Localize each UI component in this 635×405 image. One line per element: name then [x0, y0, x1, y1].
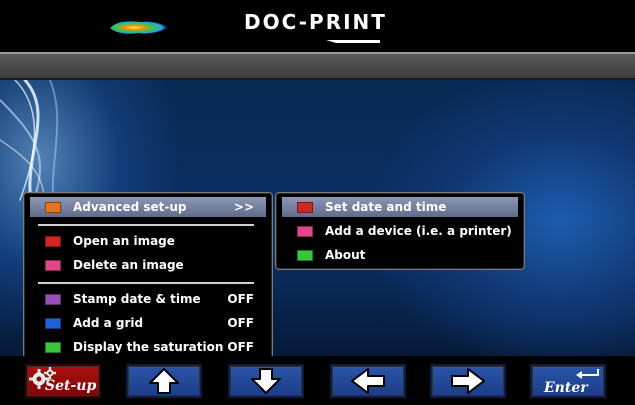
enter-button[interactable]: Enter: [530, 364, 606, 398]
pink-swatch-icon: [45, 259, 61, 271]
menu-item-advanced-setup[interactable]: Advanced set-up >>: [30, 197, 266, 217]
menu-item-add-grid[interactable]: Add a grid OFF: [30, 313, 266, 333]
menu-item-label: About: [325, 248, 366, 262]
brand-title: DOC-PRINT: [244, 10, 387, 34]
right-button[interactable]: [430, 364, 506, 398]
menu-item-open-image[interactable]: Open an image: [30, 231, 266, 251]
menu-item-label: Add a device (i.e. a printer): [325, 224, 512, 238]
menu-separator: [38, 224, 254, 226]
main-menu: Advanced set-up >> Open an image Delete …: [23, 192, 273, 362]
toggle-state: OFF: [227, 340, 254, 354]
arrow-left-icon: [351, 368, 385, 394]
status-bar: [0, 54, 635, 78]
menu-item-label: Open an image: [73, 234, 175, 248]
menu-item-delete-image[interactable]: Delete an image: [30, 255, 266, 275]
menu-item-label: Display the saturation: [73, 340, 224, 354]
menu-item-display-saturation[interactable]: Display the saturation OFF: [30, 337, 266, 357]
setup-button-label: Set-up: [45, 378, 97, 394]
red-swatch-icon: [45, 235, 61, 247]
green-swatch-icon: [297, 249, 313, 261]
orange-swatch-icon: [45, 201, 61, 213]
arrow-up-icon: [149, 368, 179, 394]
menu-item-label: Delete an image: [73, 258, 184, 272]
toggle-state: OFF: [227, 292, 254, 306]
arrow-right-icon: [451, 368, 485, 394]
setup-button[interactable]: Set-up: [25, 364, 101, 398]
menu-item-label: Stamp date & time: [73, 292, 201, 306]
menu-item-label: Add a grid: [73, 316, 144, 330]
header-bar: DOC-PRINT: [0, 0, 635, 52]
down-button[interactable]: [228, 364, 304, 398]
green-swatch-icon: [45, 341, 61, 353]
pink-swatch-icon: [297, 225, 313, 237]
up-button[interactable]: [126, 364, 202, 398]
arrow-down-icon: [251, 368, 281, 394]
enter-button-label: Enter: [544, 380, 588, 396]
blue-swatch-icon: [45, 317, 61, 329]
heatmap-logo-icon: [110, 21, 168, 34]
menu-item-label: Advanced set-up: [73, 200, 187, 214]
menu-item-stamp-date-time[interactable]: Stamp date & time OFF: [30, 289, 266, 309]
submenu-item-add-device[interactable]: Add a device (i.e. a printer): [282, 221, 518, 241]
purple-swatch-icon: [45, 293, 61, 305]
red-swatch-icon: [297, 201, 313, 213]
toggle-state: OFF: [227, 316, 254, 330]
submenu-item-about[interactable]: About: [282, 245, 518, 265]
left-button[interactable]: [330, 364, 406, 398]
submenu-indicator: >>: [233, 200, 254, 214]
advanced-setup-submenu: Set date and time Add a device (i.e. a p…: [275, 192, 525, 270]
brand-underline: [326, 40, 380, 43]
menu-item-label: Set date and time: [325, 200, 447, 214]
menu-separator: [38, 282, 254, 284]
submenu-item-set-date-time[interactable]: Set date and time: [282, 197, 518, 217]
